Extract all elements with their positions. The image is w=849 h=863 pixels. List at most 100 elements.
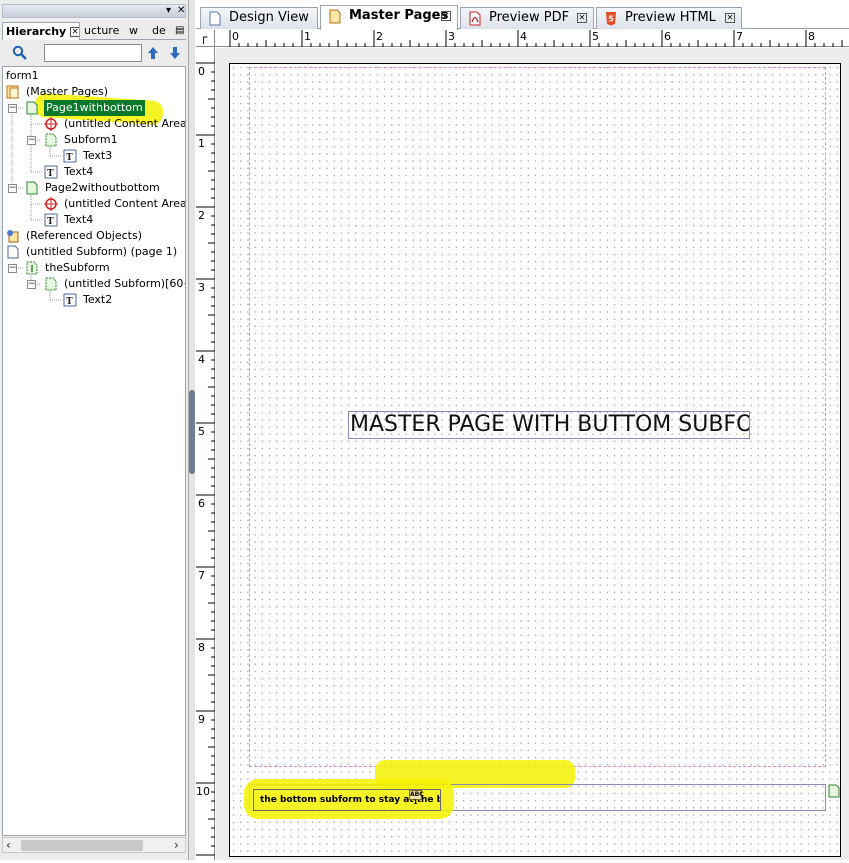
tab-structure[interactable]: ucture: [81, 22, 125, 40]
pdf-icon: [469, 11, 481, 26]
arrow-up-icon[interactable]: [147, 46, 159, 60]
horizontal-scrollbar[interactable]: ‹ ›: [2, 837, 186, 853]
svg-text:T: T: [66, 297, 73, 307]
tab-overflow-icon[interactable]: ▤: [175, 25, 184, 36]
subform-flow-icon: [26, 261, 38, 275]
tree-node-label: Text2: [83, 293, 113, 306]
tab-structure-label: ucture: [84, 24, 120, 37]
tab-code[interactable]: de: [149, 22, 173, 40]
tree-node-form1[interactable]: form1: [6, 68, 39, 84]
ruler-ticks: [196, 62, 215, 856]
tree-node-label: Text4: [64, 165, 94, 178]
panel-close-icon[interactable]: ✕: [177, 5, 185, 17]
svg-text:T: T: [66, 153, 73, 163]
tree-node-content-area[interactable]: (untitled Content Area): [64, 196, 185, 212]
text-field-icon: T: [63, 293, 77, 307]
tree-node-text3[interactable]: Text3: [83, 148, 112, 164]
tab-view-label: w: [129, 24, 138, 37]
bottom-subform[interactable]: the bottom subform to stay at the bottom…: [244, 779, 826, 819]
ruler-label: 6: [198, 497, 205, 510]
scrollbar-thumb[interactable]: [21, 840, 143, 851]
tab-view[interactable]: w: [126, 22, 148, 40]
tree-node-subform1[interactable]: Subform1: [64, 132, 118, 148]
ruler-label: 2: [376, 30, 383, 43]
tree-node-text4[interactable]: Text4: [64, 212, 93, 228]
collapse-toggle-icon[interactable]: −: [8, 104, 17, 113]
panel-tabs: Hierarchy ✕ ucture w de ▤: [2, 22, 186, 40]
panel-titlebar: ▾ ✕: [2, 4, 186, 18]
tab-label: Design View: [229, 10, 309, 25]
html5-icon: 5: [606, 12, 616, 26]
svg-text:5: 5: [608, 15, 614, 24]
tree-node-label: (untitled Subform) (page 1): [26, 245, 178, 258]
collapse-toggle-icon[interactable]: −: [27, 280, 36, 289]
tab-design-view[interactable]: Design View: [200, 7, 318, 29]
text-field-icon: T: [44, 213, 58, 227]
tab-code-label: de: [152, 24, 166, 37]
tree-node-label: (untitled Subform)[60+]: [64, 277, 186, 290]
hierarchy-panel: ▾ ✕ Hierarchy ✕ ucture w de ▤ form1 (Mas…: [0, 0, 189, 860]
ruler-label: 9: [198, 713, 205, 726]
tree-node-master-pages[interactable]: (Master Pages): [26, 84, 108, 100]
panel-menu-icon[interactable]: ▾: [166, 5, 171, 17]
collapse-toggle-icon[interactable]: −: [8, 184, 17, 193]
tab-master-pages[interactable]: Master Pages ✕: [320, 5, 458, 30]
title-text-field[interactable]: MASTER PAGE WITH BUTTOM SUBFORM: [348, 411, 750, 439]
tab-label: Master Pages: [349, 8, 449, 23]
arrow-down-icon[interactable]: [169, 46, 181, 60]
scroll-right-icon[interactable]: ›: [174, 838, 179, 852]
tree-node-label: (Master Pages): [26, 85, 109, 98]
design-canvas[interactable]: MASTER PAGE WITH BUTTOM SUBFORM the bott…: [216, 48, 849, 860]
tab-close-icon[interactable]: ✕: [725, 13, 735, 23]
ruler-label: 7: [736, 30, 743, 43]
tree-node-content-area[interactable]: (untitled Content Area): [64, 116, 185, 132]
tree-node-text4[interactable]: Text4: [64, 164, 93, 180]
ruler-label: 1: [304, 30, 311, 43]
ruler-label: 5: [198, 425, 205, 438]
panel-splitter[interactable]: [189, 0, 195, 860]
tree-node-thesubform[interactable]: theSubform: [45, 260, 110, 276]
tree-node-page1withbottom[interactable]: Page1withbottom: [44, 100, 145, 116]
search-row: [2, 41, 186, 65]
master-page[interactable]: MASTER PAGE WITH BUTTOM SUBFORM the bott…: [229, 63, 841, 857]
svg-text:T: T: [47, 217, 54, 227]
tree-node-untitled-subform-60[interactable]: (untitled Subform)[60+]: [64, 276, 186, 292]
tab-close-icon[interactable]: ✕: [70, 27, 79, 37]
splitter-grip[interactable]: [189, 390, 195, 474]
referenced-objects-icon: [7, 230, 19, 243]
tree-node-page2withoutbottom[interactable]: Page2withoutbottom: [45, 180, 160, 196]
text-field-icon: T: [63, 149, 77, 163]
document-tabs: Design View Master Pages ✕ Preview PDF ✕…: [196, 5, 849, 30]
ruler-label: 10: [196, 785, 210, 798]
search-input[interactable]: [44, 44, 142, 62]
tree-node-label: Text3: [83, 149, 113, 162]
tree-node-label: Text4: [64, 213, 94, 226]
tree-node-referenced-objects[interactable]: (Referenced Objects): [26, 228, 142, 244]
tab-preview-pdf[interactable]: Preview PDF ✕: [460, 7, 594, 29]
ruler-label: 3: [448, 30, 455, 43]
master-pages-icon: [6, 85, 19, 99]
tab-close-icon[interactable]: ✕: [577, 13, 587, 23]
subform-icon[interactable]: [826, 783, 842, 799]
ruler-label: 8: [198, 641, 205, 654]
ruler-label: 5: [592, 30, 599, 43]
tab-close-icon[interactable]: ✕: [441, 11, 451, 21]
tab-hierarchy[interactable]: Hierarchy ✕: [2, 22, 80, 40]
collapse-toggle-icon[interactable]: −: [8, 264, 17, 273]
search-icon[interactable]: [12, 45, 28, 61]
page-icon: [26, 181, 38, 195]
ruler-label: 0: [198, 65, 205, 78]
svg-text:T: T: [47, 169, 54, 179]
tab-preview-html[interactable]: 5 Preview HTML ✕: [596, 7, 742, 29]
page-blank-icon: [7, 245, 19, 259]
text-field-icon: T: [44, 165, 58, 179]
collapse-toggle-icon[interactable]: −: [27, 136, 36, 145]
tree-node-label: theSubform: [45, 261, 110, 274]
tree-node-untitled-subform-page1[interactable]: (untitled Subform) (page 1): [26, 244, 177, 260]
tree-node-text2[interactable]: Text2: [83, 292, 112, 308]
page-icon: [26, 101, 38, 115]
scroll-left-icon[interactable]: ‹: [6, 838, 11, 852]
ruler-label: 7: [198, 569, 205, 582]
tree-node-label: (Referenced Objects): [26, 229, 143, 242]
master-page-icon: [329, 9, 341, 24]
